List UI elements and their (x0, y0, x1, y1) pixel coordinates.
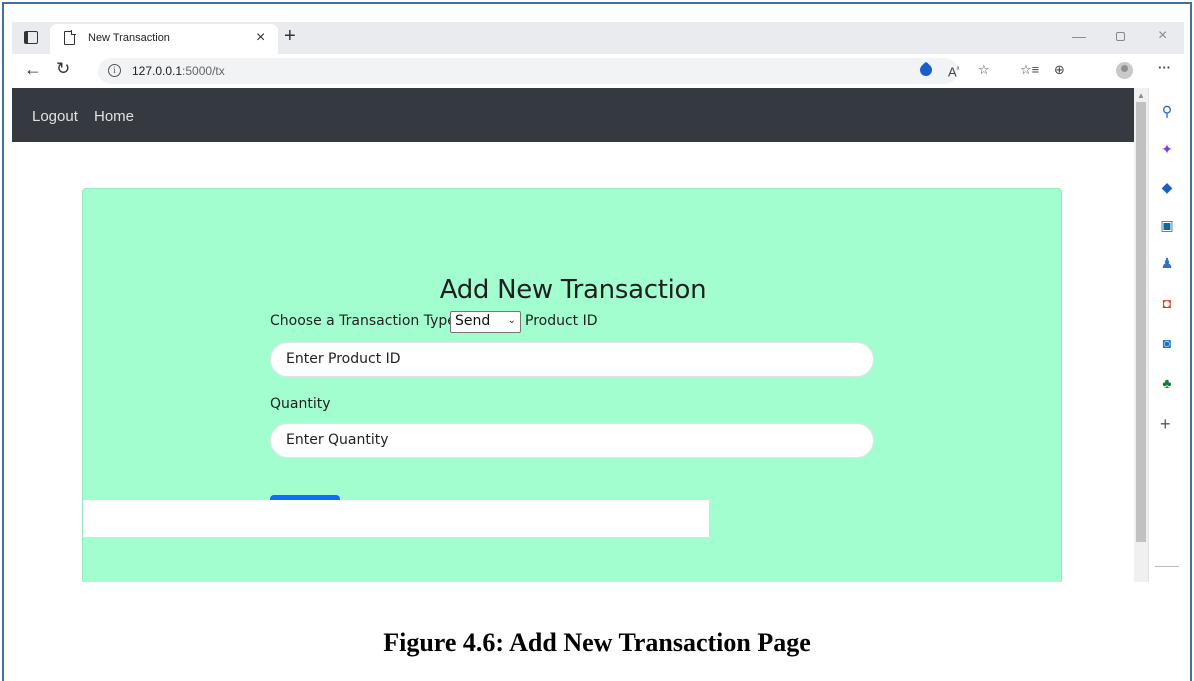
home-link[interactable]: Home (94, 108, 134, 125)
page-icon (64, 30, 76, 45)
sidebar-divider (1155, 566, 1179, 567)
search-icon[interactable]: ⚲ (1158, 102, 1176, 120)
shopping-icon[interactable]: ◆ (1158, 178, 1176, 196)
browser-window: New Transaction × + — × ← ↻ i 127.0.0.1:… (12, 22, 1184, 582)
scroll-up-icon[interactable]: ▲ (1137, 91, 1145, 100)
transaction-type-select[interactable]: Send ⌄ (450, 311, 521, 333)
redaction-block (83, 500, 709, 537)
tools-icon[interactable]: ▣ (1158, 216, 1176, 234)
maximize-button[interactable] (1116, 32, 1125, 41)
favorites-icon[interactable]: ☆≡ (1020, 62, 1039, 78)
site-info-icon[interactable]: i (108, 64, 121, 77)
tab-actions-icon[interactable] (24, 31, 38, 44)
edge-sidebar: ⚲ ✦ ◆ ▣ ♟ ◘ ◙ ♣ + (1148, 88, 1184, 582)
tab-title: New Transaction (88, 32, 170, 44)
copilot-icon[interactable]: ✦ (1158, 140, 1176, 158)
add-favorite-icon[interactable]: ☆ (978, 62, 990, 78)
back-icon[interactable]: ← (24, 59, 42, 80)
transaction-form-card: Add New Transaction Choose a Transaction… (82, 188, 1062, 582)
logout-link[interactable]: Logout (32, 108, 78, 125)
quantity-input[interactable]: Enter Quantity (270, 423, 874, 458)
outlook-icon[interactable]: ◙ (1158, 334, 1176, 352)
product-id-label: Product ID (525, 313, 598, 329)
navbar: Logout Home (12, 88, 1134, 142)
chevron-down-icon: ⌄ (507, 315, 516, 326)
office-icon[interactable]: ◘ (1158, 294, 1176, 312)
quantity-label: Quantity (270, 396, 331, 412)
read-aloud-icon[interactable]: Aᵃ (948, 62, 959, 80)
games-icon[interactable]: ♟ (1158, 254, 1176, 272)
tab-bar: New Transaction × + — × (12, 22, 1184, 54)
tab-new-transaction[interactable]: New Transaction × (50, 24, 278, 54)
product-id-input[interactable]: Enter Product ID (270, 342, 874, 377)
url-field[interactable]: i 127.0.0.1:5000/tx (98, 58, 958, 84)
transaction-type-value: Send (455, 313, 491, 329)
minimize-button[interactable]: — (1072, 28, 1086, 44)
new-tab-button[interactable]: + (284, 25, 296, 47)
figure-caption: Figure 4.6: Add New Transaction Page (383, 628, 811, 657)
refresh-icon[interactable]: ↻ (56, 59, 70, 79)
url-text: 127.0.0.1:5000/tx (132, 64, 225, 78)
tab-close-icon[interactable]: × (256, 28, 265, 48)
more-menu-icon[interactable]: ··· (1158, 60, 1171, 76)
url-host: 127.0.0.1 (132, 64, 183, 78)
collections-icon[interactable]: ⊕ (1054, 62, 1065, 78)
page-viewport: Logout Home Add New Transaction Choose a… (12, 88, 1134, 582)
scrollbar[interactable]: ▲ (1134, 88, 1148, 582)
transaction-type-label: Choose a Transaction Type: (270, 313, 461, 329)
url-path: :5000/tx (182, 64, 225, 78)
scroll-thumb[interactable] (1136, 102, 1146, 542)
address-bar-row: ← ↻ i 127.0.0.1:5000/tx Aᵃ ☆ ☆≡ ⊕ ··· (12, 54, 1184, 88)
page-title: Add New Transaction (439, 275, 707, 305)
drop-icon[interactable]: ♣ (1158, 374, 1176, 392)
window-close-button[interactable]: × (1158, 27, 1167, 45)
profile-avatar[interactable] (1116, 62, 1133, 79)
add-sidebar-icon[interactable]: + (1160, 414, 1171, 435)
